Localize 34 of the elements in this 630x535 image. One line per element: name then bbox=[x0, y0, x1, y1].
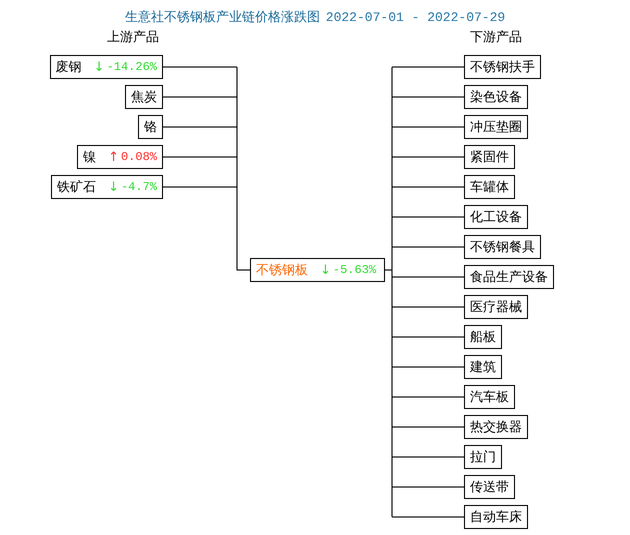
product-name: 不锈钢扶手 bbox=[470, 59, 535, 76]
price-change: 0.08% bbox=[120, 150, 157, 164]
price-change: -14.26% bbox=[106, 60, 157, 74]
product-name: 冲压垫圈 bbox=[470, 119, 522, 136]
product-name: 铬 bbox=[144, 119, 157, 136]
product-name: 建筑 bbox=[470, 359, 496, 376]
product-name: 铁矿石 bbox=[57, 179, 96, 196]
product-name: 紧固件 bbox=[470, 149, 509, 166]
product-name: 不锈钢板 bbox=[256, 262, 308, 279]
column-heading: 下游产品 bbox=[470, 29, 522, 46]
chart-title: 生意社不锈钢板产业链价格涨跌图 bbox=[124, 10, 320, 25]
product-name: 镍 bbox=[83, 149, 96, 166]
trend-arrow: ↓ bbox=[94, 60, 105, 74]
product-name: 传送带 bbox=[470, 479, 509, 496]
product-name: 食品生产设备 bbox=[470, 269, 548, 286]
product-name: 焦炭 bbox=[131, 89, 157, 106]
trend-arrow: ↑ bbox=[108, 150, 119, 164]
trend-arrow: ↓ bbox=[320, 262, 331, 278]
product-name: 医疗器械 bbox=[470, 299, 522, 316]
date-range: 2022-07-01 - 2022-07-29 bbox=[326, 10, 506, 25]
product-name: 染色设备 bbox=[470, 89, 522, 106]
price-change: -4.7% bbox=[120, 180, 157, 194]
product-name: 化工设备 bbox=[470, 209, 522, 226]
column-heading: 上游产品 bbox=[107, 29, 159, 46]
trend-arrow: ↓ bbox=[108, 180, 119, 194]
product-name: 热交换器 bbox=[470, 419, 522, 436]
product-name: 不锈钢餐具 bbox=[470, 239, 535, 256]
product-name: 自动车床 bbox=[470, 509, 522, 526]
product-name: 废钢 bbox=[56, 59, 82, 76]
product-name: 车罐体 bbox=[470, 179, 509, 196]
price-change: -5.63% bbox=[332, 263, 376, 277]
product-name: 拉门 bbox=[470, 449, 496, 466]
product-name: 船板 bbox=[470, 329, 496, 346]
product-name: 汽车板 bbox=[470, 389, 509, 406]
